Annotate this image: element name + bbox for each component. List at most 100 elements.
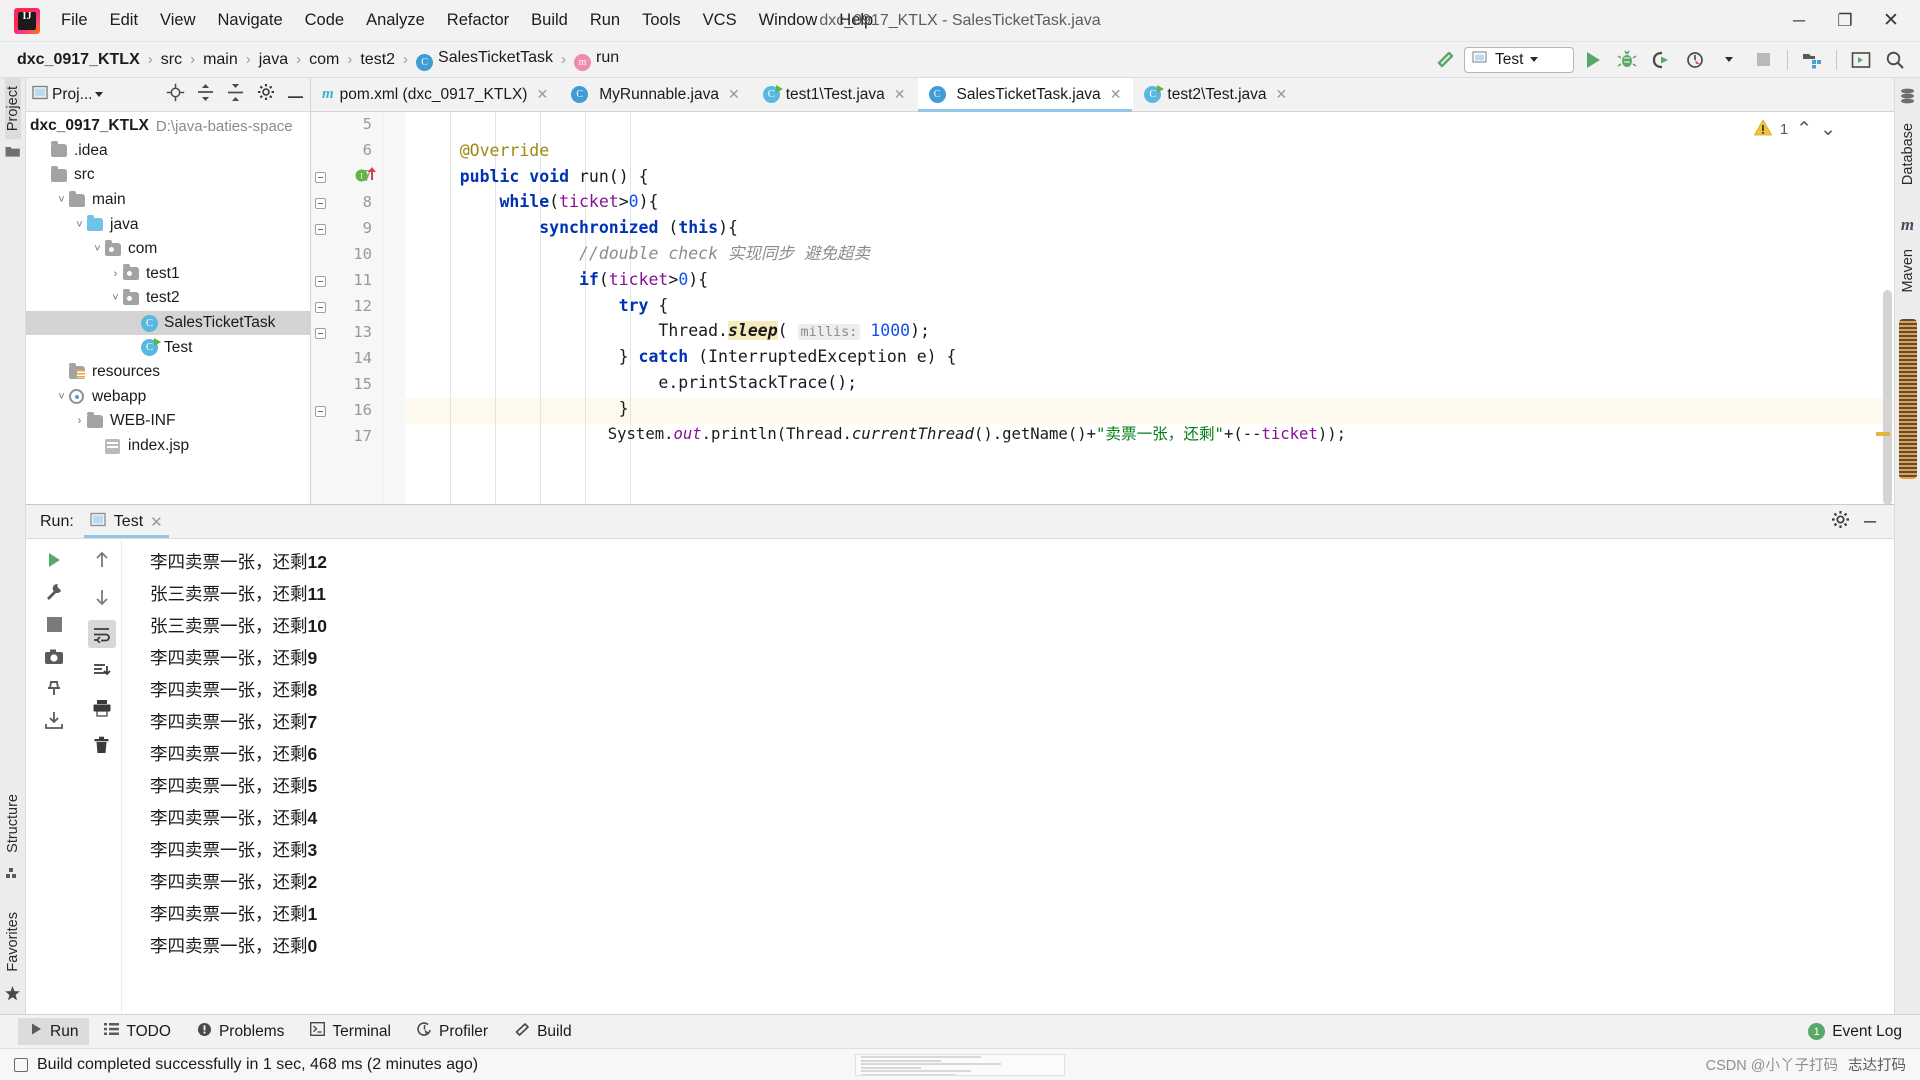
breadcrumb-test2[interactable]: test2 — [357, 51, 398, 69]
breadcrumb-src[interactable]: src — [158, 51, 185, 69]
tree-arrow-expanded[interactable]: ˅ — [54, 391, 69, 403]
tree-row-src[interactable]: src — [26, 163, 310, 188]
soft-wrap-icon[interactable] — [87, 620, 116, 648]
warning-stripe-marker[interactable] — [1876, 432, 1890, 436]
collapse-all-icon[interactable] — [226, 83, 245, 107]
close-icon[interactable]: ✕ — [1276, 86, 1288, 103]
tab-myrunnable[interactable]: C MyRunnable.java ✕ — [560, 78, 752, 111]
run-with-coverage-button[interactable] — [1646, 46, 1676, 74]
scroll-to-end-icon[interactable] — [88, 657, 116, 685]
chevron-down-icon[interactable] — [95, 92, 104, 97]
close-icon[interactable]: ✕ — [894, 86, 906, 103]
search-icon[interactable] — [1880, 46, 1910, 74]
menu-code[interactable]: Code — [294, 8, 355, 33]
fold-icon[interactable] — [315, 302, 326, 313]
fold-icon[interactable] — [315, 198, 326, 209]
bottom-tab-profiler[interactable]: Profiler — [406, 1018, 499, 1046]
console-output[interactable]: 李四卖票一张，还剩12 张三卖票一张，还剩11 张三卖票一张，还剩10 李四卖票… — [122, 539, 1894, 1014]
tree-row-java[interactable]: ˅ java — [26, 212, 310, 237]
menu-build[interactable]: Build — [520, 8, 579, 33]
fold-icon[interactable] — [315, 172, 326, 183]
next-problem-icon[interactable]: ⌄ — [1820, 118, 1836, 141]
trash-icon[interactable] — [88, 731, 116, 759]
minimize-button[interactable]: ─ — [1776, 0, 1822, 42]
breadcrumb-main[interactable]: main — [200, 51, 241, 69]
menu-run[interactable]: Run — [579, 8, 631, 33]
menu-tools[interactable]: Tools — [631, 8, 692, 33]
gear-icon[interactable] — [257, 83, 275, 106]
editor-fold-column[interactable] — [315, 112, 405, 504]
up-icon[interactable] — [88, 546, 116, 574]
tree-row-com[interactable]: ˅ com — [26, 237, 310, 262]
menu-refactor[interactable]: Refactor — [436, 8, 520, 33]
code-content[interactable]: @Override public void run() { while(tick… — [405, 112, 1894, 504]
tree-row-index-jsp[interactable]: index.jsp — [26, 434, 310, 459]
tree-arrow-expanded[interactable]: ˅ — [54, 194, 69, 206]
inspection-widget[interactable]: 1 ⌃ ⌄ — [1753, 118, 1836, 141]
gear-icon[interactable] — [1831, 510, 1850, 534]
rerun-icon[interactable] — [40, 546, 68, 574]
tree-row-idea[interactable]: .idea — [26, 139, 310, 164]
updates-icon[interactable] — [1846, 46, 1876, 74]
tool-window-database[interactable]: Database — [1900, 115, 1916, 193]
camera-icon[interactable] — [40, 642, 68, 670]
breadcrumb-project[interactable]: dxc_0917_KTLX — [14, 51, 143, 69]
fold-icon[interactable] — [315, 406, 326, 417]
ime-indicator[interactable]: 志达打码 — [1848, 1054, 1906, 1075]
tree-row-main[interactable]: ˅ main — [26, 188, 310, 213]
tab-pom-xml[interactable]: m pom.xml (dxc_0917_KTLX) ✕ — [311, 78, 560, 111]
hide-panel-icon[interactable] — [287, 86, 304, 104]
profiler-button[interactable] — [1680, 46, 1710, 74]
tree-row-test1[interactable]: › test1 — [26, 262, 310, 287]
run-button[interactable] — [1578, 46, 1608, 74]
menu-edit[interactable]: Edit — [99, 8, 149, 33]
down-icon[interactable] — [88, 583, 116, 611]
tree-row-resources[interactable]: resources — [26, 360, 310, 385]
fold-icon[interactable] — [315, 328, 326, 339]
menu-window[interactable]: Window — [748, 8, 829, 33]
tree-arrow-expanded[interactable]: ˅ — [72, 219, 87, 231]
pin-icon[interactable] — [40, 674, 68, 702]
project-panel-title[interactable]: Proj... — [52, 86, 92, 104]
event-log-area[interactable]: 1 Event Log — [1808, 1023, 1920, 1041]
menu-view[interactable]: View — [149, 8, 206, 33]
breadcrumb-class[interactable]: C SalesTicketTask — [413, 49, 556, 71]
bottom-tab-terminal[interactable]: Terminal — [299, 1018, 402, 1045]
close-icon[interactable]: ✕ — [1110, 86, 1122, 103]
project-structure-button[interactable] — [1797, 46, 1827, 74]
close-icon[interactable]: ✕ — [536, 86, 548, 103]
tree-row-webapp[interactable]: ˅ webapp — [26, 385, 310, 410]
export-icon[interactable] — [40, 706, 68, 734]
tree-row-test-class[interactable]: C Test — [26, 335, 310, 360]
override-marker-icon[interactable] — [367, 166, 377, 186]
chevron-down-icon[interactable] — [1714, 46, 1744, 74]
menu-vcs[interactable]: VCS — [692, 8, 748, 33]
bottom-tab-todo[interactable]: TODO — [93, 1018, 182, 1045]
minimize-panel-icon[interactable]: ─ — [1864, 512, 1884, 532]
wrench-icon[interactable] — [40, 578, 68, 606]
editor-viewport[interactable]: 5 6 7 8 9 10 11 12 13 14 15 16 1 — [311, 112, 1894, 504]
close-icon[interactable]: ✕ — [150, 513, 163, 531]
tree-row-root[interactable]: dxc_0917_KTLX D:\java-baties-space — [26, 114, 310, 139]
bottom-tab-build[interactable]: Build — [503, 1018, 582, 1046]
tool-window-project[interactable]: Project — [4, 78, 21, 140]
debug-button[interactable] — [1612, 46, 1642, 74]
tree-row-test2[interactable]: ˅ test2 — [26, 286, 310, 311]
tool-window-maven[interactable]: Maven — [1900, 241, 1916, 301]
tab-test2-test[interactable]: C test2\Test.java ✕ — [1133, 78, 1299, 111]
maximize-button[interactable]: ❐ — [1822, 0, 1868, 42]
fold-icon[interactable] — [315, 276, 326, 287]
menu-help[interactable]: Help — [828, 8, 884, 33]
print-icon[interactable] — [88, 694, 116, 722]
tree-arrow-collapsed[interactable]: › — [72, 415, 87, 427]
tab-test1-test[interactable]: C test1\Test.java ✕ — [752, 78, 918, 111]
locate-icon[interactable] — [166, 83, 185, 107]
tool-window-favorites[interactable]: Favorites — [5, 904, 21, 980]
tree-arrow-expanded[interactable]: ˅ — [90, 243, 105, 255]
stop-button[interactable] — [1748, 46, 1778, 74]
prev-problem-icon[interactable]: ⌃ — [1796, 118, 1812, 141]
breadcrumb-method[interactable]: m run — [571, 49, 622, 71]
run-tab-test[interactable]: Test ✕ — [83, 505, 169, 538]
run-configuration-selector[interactable]: Test — [1464, 46, 1574, 73]
menu-file[interactable]: File — [50, 8, 99, 33]
